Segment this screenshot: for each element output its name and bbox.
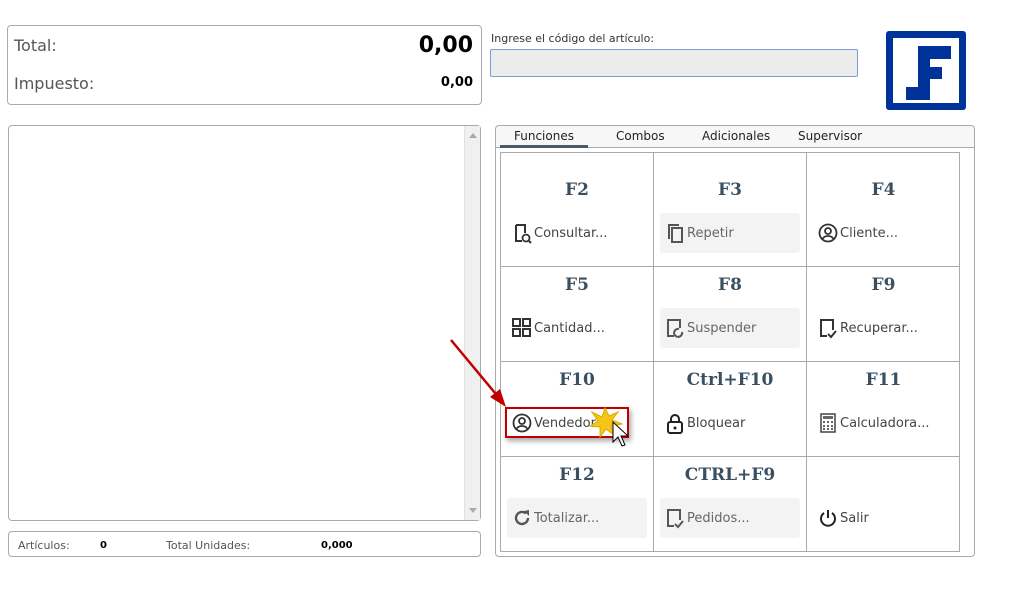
shortcut-key: F9 — [871, 275, 896, 295]
function-cell: Salir — [807, 457, 960, 552]
shortcut-key: F8 — [718, 275, 742, 295]
scroll-up-icon[interactable] — [469, 133, 477, 138]
tax-value: 0,00 — [440, 75, 473, 90]
function-button-cliente[interactable]: Cliente... — [813, 213, 953, 253]
items-label: Artículos: — [18, 539, 70, 552]
annotation-arrow-icon — [450, 339, 630, 447]
totals-panel: Total: 0,00 Impuesto: 0,00 — [7, 25, 482, 105]
function-label: Calculadora... — [840, 415, 930, 431]
function-label: Suspender — [687, 320, 757, 336]
function-button-suspender[interactable]: Suspender — [660, 308, 800, 348]
function-label: Pedidos... — [687, 510, 750, 526]
function-button-consultar[interactable]: Consultar... — [507, 213, 647, 253]
lock-icon — [667, 414, 683, 434]
function-cell: F11 Calculadora... — [807, 362, 960, 457]
function-button-totalizar[interactable]: Totalizar... — [507, 498, 647, 538]
function-label: Cliente... — [840, 225, 899, 241]
summary-footer: Artículos: 0 Total Unidades: 0,000 — [8, 531, 481, 557]
function-cell: CTRL+F9 Pedidos... — [654, 457, 807, 552]
calculator-icon — [820, 413, 836, 433]
user-circle-icon — [818, 223, 838, 243]
function-cell: F4 Cliente... — [807, 153, 960, 267]
function-label: Consultar... — [534, 225, 608, 241]
shortcut-key: F3 — [718, 180, 742, 200]
tab-funciones[interactable]: Funciones — [500, 129, 588, 148]
orders-icon — [667, 509, 684, 529]
tab-supervisor[interactable]: Supervisor — [798, 129, 862, 143]
scroll-down-icon[interactable] — [469, 508, 477, 513]
function-label: Repetir — [687, 225, 734, 241]
shortcut-key: F2 — [565, 180, 589, 200]
total-label: Total: — [14, 36, 57, 55]
tab-adicionales[interactable]: Adicionales — [702, 129, 770, 143]
function-button-repetir[interactable]: Repetir — [660, 213, 800, 253]
function-cell: F12 Totalizar... — [501, 457, 654, 552]
function-cell: F3 Repetir — [654, 153, 807, 267]
function-cell: F2 Consultar... — [501, 153, 654, 267]
article-code-input[interactable] — [490, 49, 858, 77]
power-icon — [820, 510, 836, 527]
function-button-salir[interactable]: Salir — [813, 498, 953, 538]
refresh-icon — [514, 510, 530, 526]
shortcut-key: F11 — [865, 370, 902, 390]
function-label: Recuperar... — [840, 320, 918, 336]
function-button-recuperar[interactable]: Recuperar... — [813, 308, 953, 348]
recover-icon — [820, 319, 837, 339]
function-button-calculadora[interactable]: Calculadora... — [813, 403, 953, 443]
shortcut-key: CTRL+F9 — [684, 465, 776, 485]
cursor-icon — [612, 420, 630, 447]
total-value: 0,00 — [418, 33, 473, 58]
function-cell: F9 Recuperar... — [807, 267, 960, 362]
shortcut-key: F12 — [559, 465, 595, 485]
article-list[interactable] — [8, 125, 481, 521]
tab-bar: Funciones Combos Adicionales Supervisor — [496, 126, 974, 148]
shortcut-key: F5 — [565, 275, 589, 295]
items-value: 0 — [100, 540, 107, 551]
suspend-icon — [667, 319, 684, 338]
function-button-pedidos[interactable]: Pedidos... — [660, 498, 800, 538]
shortcut-key: F4 — [871, 180, 896, 200]
function-label: Salir — [840, 510, 869, 526]
function-button-bloquear[interactable]: Bloquear — [660, 403, 800, 443]
search-document-icon — [515, 224, 532, 244]
tax-label: Impuesto: — [14, 74, 95, 93]
function-label: Bloquear — [687, 415, 746, 431]
units-label: Total Unidades: — [166, 539, 251, 552]
function-cell: Ctrl+F10 Bloquear — [654, 362, 807, 457]
code-input-label: Ingrese el código del artículo: — [491, 32, 655, 45]
copy-icon — [668, 224, 683, 243]
logo — [885, 30, 967, 111]
tab-combos[interactable]: Combos — [616, 129, 665, 143]
list-scrollbar[interactable] — [464, 126, 480, 520]
function-cell: F8 Suspender — [654, 267, 807, 362]
units-value: 0,000 — [321, 540, 353, 551]
function-label: Totalizar... — [534, 510, 600, 526]
shortcut-key: Ctrl+F10 — [686, 370, 774, 390]
